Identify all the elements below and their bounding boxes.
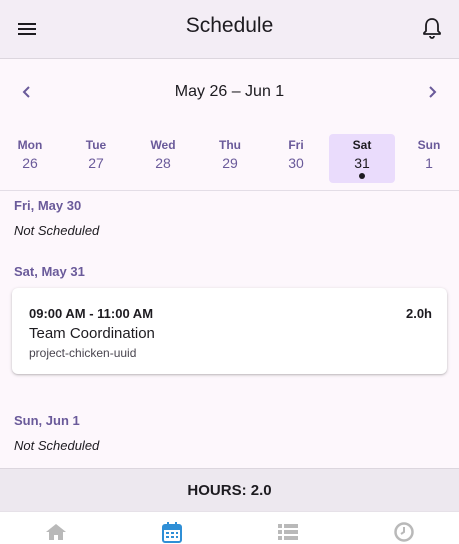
date-header-sat: Sat, May 31: [14, 264, 85, 279]
day-sat[interactable]: Sat 31: [329, 134, 395, 183]
event-indicator-dot: [359, 173, 365, 179]
bottom-navigation: [0, 511, 459, 544]
shift-project: project-chicken-uuid: [29, 346, 137, 360]
app-bar: Schedule: [0, 0, 459, 59]
day-name: Mon: [17, 138, 43, 152]
nav-clock[interactable]: [392, 520, 416, 544]
day-mon[interactable]: Mon 26: [0, 134, 63, 183]
nav-list[interactable]: [276, 520, 300, 544]
total-hours-bar: HOURS: 2.0: [0, 468, 459, 511]
week-range-label: May 26 – Jun 1: [174, 83, 285, 100]
notifications-button[interactable]: [417, 13, 447, 43]
shift-time-range: 09:00 AM - 11:00 AM: [29, 306, 154, 321]
date-header-fri: Fri, May 30: [14, 198, 82, 213]
shift-duration: 2.0h: [405, 306, 432, 321]
nav-calendar[interactable]: [160, 520, 184, 544]
bell-icon: [423, 18, 441, 39]
day-thu[interactable]: Thu 29: [197, 134, 263, 183]
home-icon: [46, 524, 66, 540]
day-tue[interactable]: Tue 27: [63, 134, 129, 183]
day-fri[interactable]: Fri 30: [263, 134, 329, 183]
shift-name: Team Coordination: [29, 325, 155, 342]
day-name: Sat: [352, 138, 372, 152]
chevron-right-icon: [429, 86, 437, 98]
day-name: Sun: [417, 138, 441, 152]
day-number: 30: [288, 155, 304, 171]
not-scheduled-text: Not Scheduled: [14, 438, 100, 453]
nav-home[interactable]: [44, 520, 68, 544]
clock-icon: [394, 522, 414, 542]
day-number: 31: [354, 155, 370, 171]
day-number: 28: [155, 155, 171, 171]
day-number: 29: [222, 155, 238, 171]
day-name: Tue: [85, 138, 107, 152]
page-title: Schedule: [185, 14, 274, 37]
day-number: 26: [22, 155, 38, 171]
calendar-icon: [162, 522, 182, 543]
not-scheduled-text: Not Scheduled: [14, 223, 100, 238]
day-name: Wed: [150, 138, 176, 152]
week-navigator: May 26 – Jun 1: [0, 60, 459, 124]
day-sun[interactable]: Sun 1: [396, 134, 459, 183]
day-number: 27: [88, 155, 104, 171]
next-week-button[interactable]: [420, 80, 444, 104]
day-number: 1: [425, 155, 433, 171]
day-name: Thu: [219, 138, 241, 152]
list-icon: [278, 524, 298, 540]
date-header-sun: Sun, Jun 1: [14, 413, 80, 428]
shift-card[interactable]: 09:00 AM - 11:00 AM 2.0h Team Coordinati…: [12, 288, 447, 374]
day-name: Fri: [288, 138, 304, 152]
day-wed[interactable]: Wed 28: [130, 134, 196, 183]
day-strip: Mon 26 Tue 27 Wed 28 Thu 29 Fri 30 Sat 3…: [0, 124, 459, 191]
